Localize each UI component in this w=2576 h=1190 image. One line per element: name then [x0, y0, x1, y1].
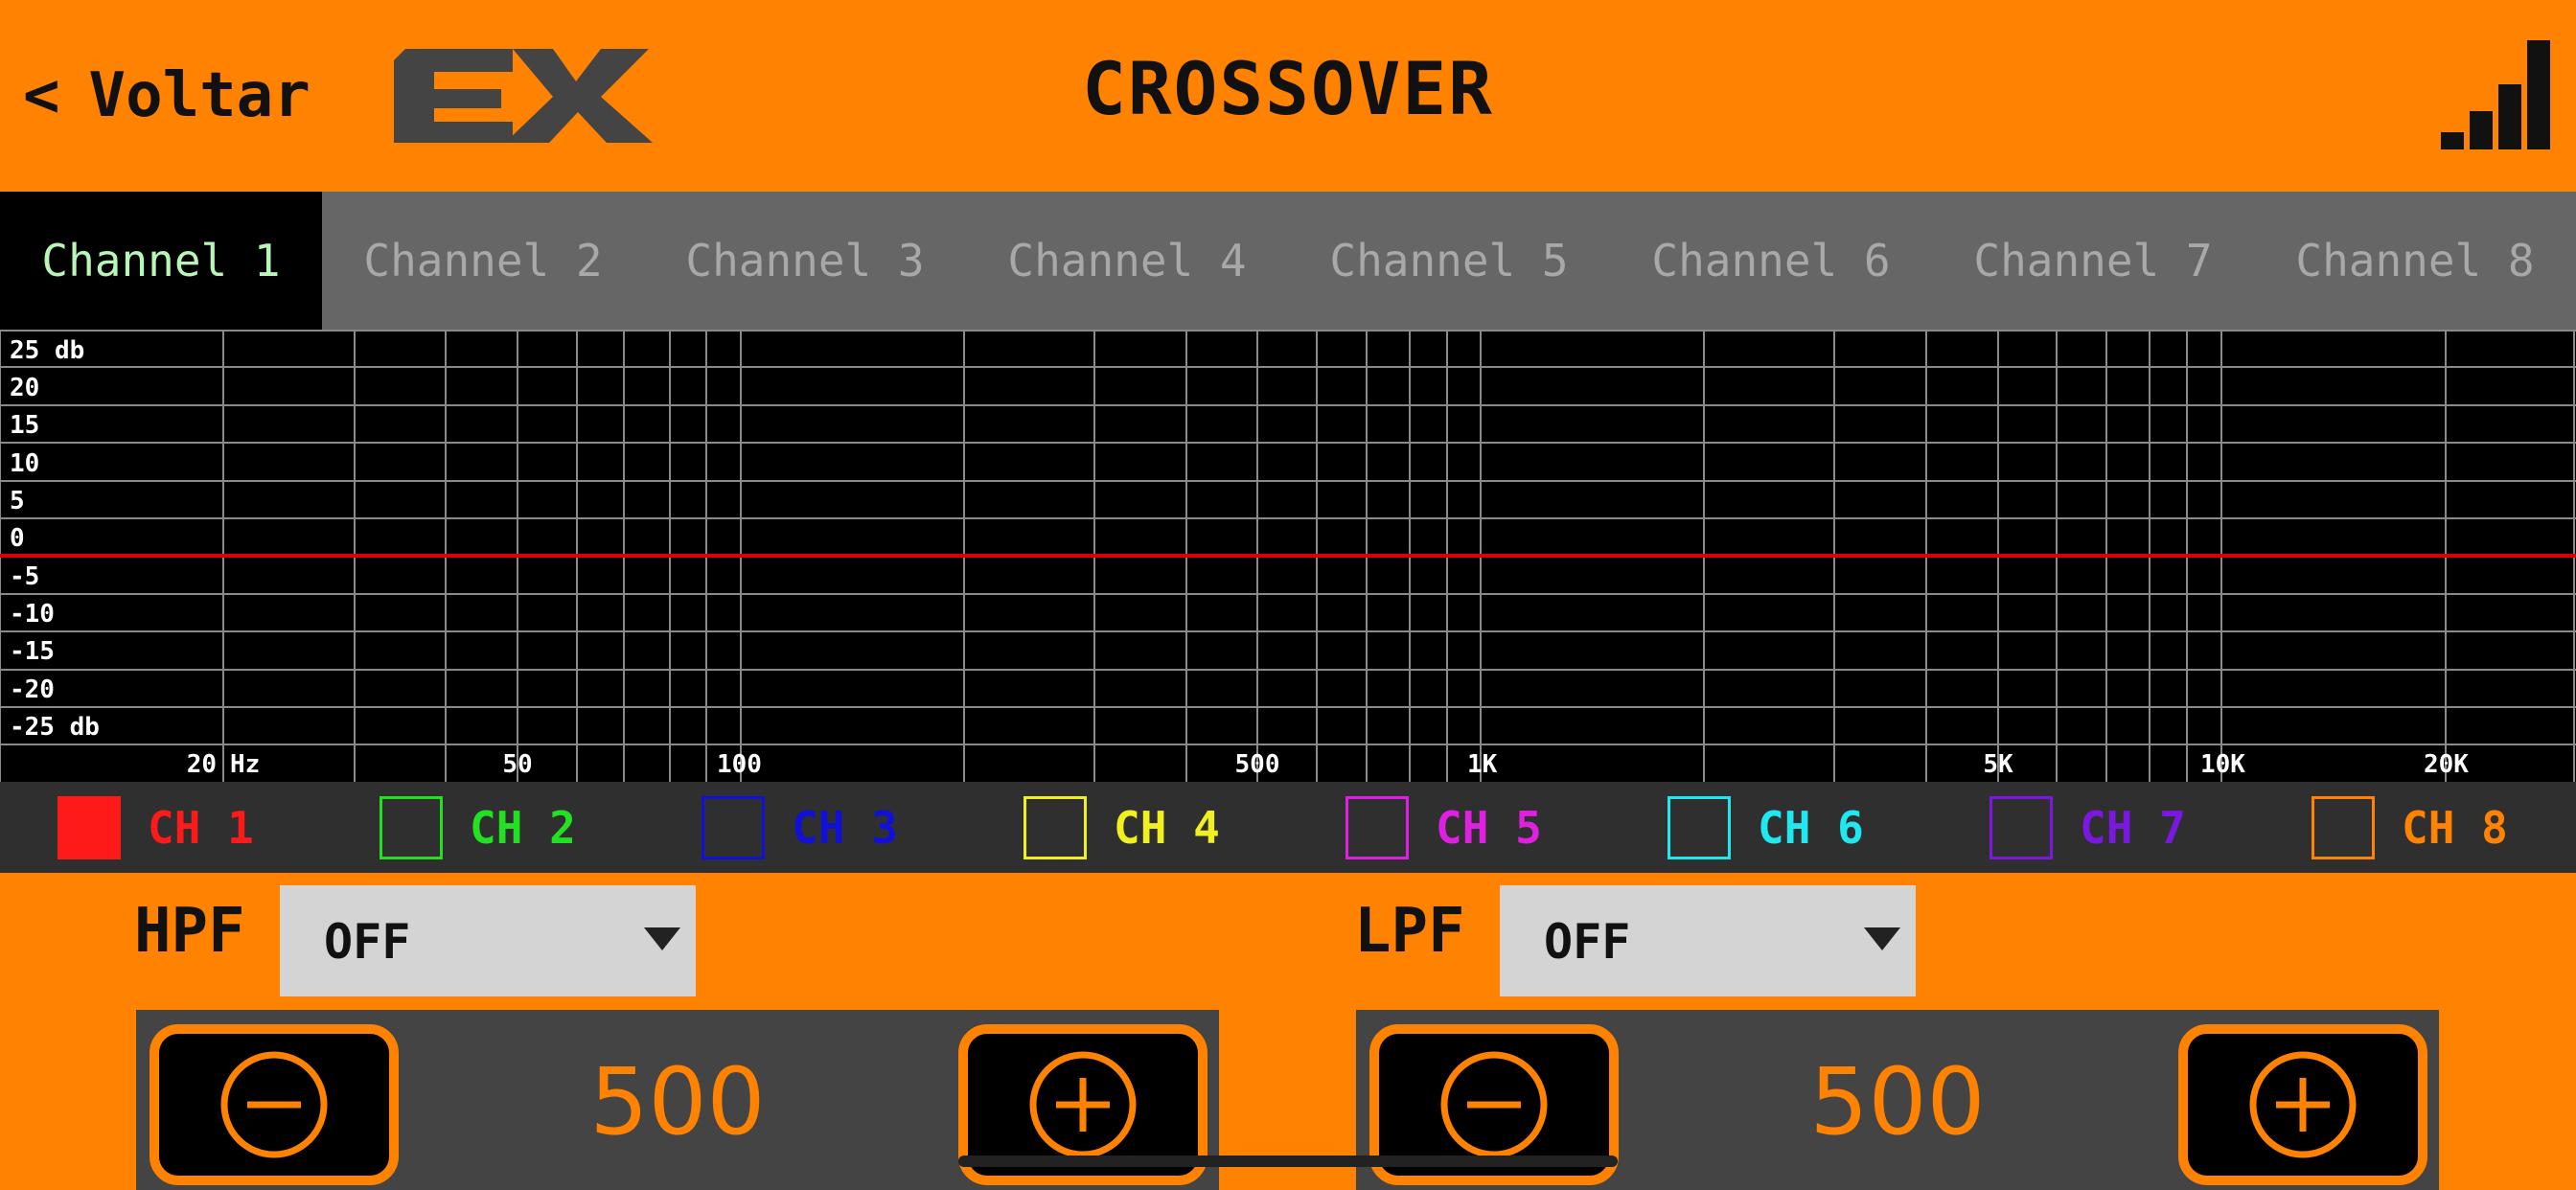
hpf-label: HPF	[134, 896, 245, 967]
signal-bars-icon	[2439, 38, 2554, 157]
legend-label: CH 5	[1436, 801, 1542, 854]
legend-checkbox[interactable]	[1990, 795, 2053, 859]
freq-label: 500	[1235, 750, 1280, 779]
legend-checkbox[interactable]	[1024, 795, 1087, 859]
legend-checkbox[interactable]	[1346, 795, 1409, 859]
legend-ch4[interactable]: CH 4	[966, 782, 1288, 873]
legend-ch1[interactable]: CH 1	[0, 782, 322, 873]
db-label: 10	[10, 449, 39, 478]
legend-ch5[interactable]: CH 5	[1288, 782, 1610, 873]
db-label: -5	[10, 562, 39, 591]
db-label: -20	[10, 675, 55, 704]
tab-channel-6[interactable]: Channel 6	[1610, 192, 1932, 330]
freq-label: 5K	[1983, 750, 2013, 779]
tab-channel-8[interactable]: Channel 8	[2254, 192, 2576, 330]
legend-label: CH 4	[1114, 801, 1220, 854]
tab-channel-2[interactable]: Channel 2	[322, 192, 644, 330]
caret-down-icon	[644, 927, 680, 950]
db-label: 25 db	[10, 336, 84, 365]
legend-checkbox[interactable]	[58, 795, 121, 859]
freq-axis-labels: 20 Hz 50 100 500 1K 5K 10K 20K	[187, 750, 2470, 779]
legend-checkbox[interactable]	[2312, 795, 2375, 859]
db-axis-labels: 25 db 20 15 10 5 0 -5 -10 -15 -20 -25 db	[10, 336, 100, 742]
freq-label: Hz	[230, 750, 260, 779]
tab-channel-3[interactable]: Channel 3	[644, 192, 966, 330]
legend-ch3[interactable]: CH 3	[644, 782, 966, 873]
header: < Voltar CROSSOVER	[0, 0, 2576, 192]
legend-label: CH 6	[1758, 801, 1864, 854]
hpf-select[interactable]: OFF	[280, 885, 696, 996]
lpf-select-value: OFF	[1544, 914, 1631, 970]
db-label: 20	[10, 374, 39, 402]
legend-label: CH 7	[2080, 801, 2186, 854]
lpf-select[interactable]: OFF	[1500, 885, 1916, 996]
legend-label: CH 2	[470, 801, 576, 854]
freq-label: 100	[717, 750, 762, 779]
db-label: 15	[10, 411, 39, 440]
legend-ch2[interactable]: CH 2	[322, 782, 644, 873]
tab-channel-1[interactable]: Channel 1	[0, 192, 322, 330]
freq-label: 10K	[2200, 750, 2245, 779]
legend-ch6[interactable]: CH 6	[1610, 782, 1932, 873]
db-label: -25 db	[10, 713, 100, 742]
tab-channel-5[interactable]: Channel 5	[1288, 192, 1610, 330]
page-title: CROSSOVER	[1082, 46, 1494, 131]
db-label: -15	[10, 637, 55, 666]
home-indicator[interactable]	[958, 1156, 1618, 1167]
lpf-label: LPF	[1354, 896, 1465, 967]
grid-horizontal-lines	[0, 330, 2576, 745]
legend-checkbox[interactable]	[702, 795, 765, 859]
legend-ch7[interactable]: CH 7	[1932, 782, 2254, 873]
channel-legend: CH 1 CH 2 CH 3 CH 4 CH 5 CH 6 CH 7 CH 8	[0, 782, 2576, 873]
freq-label: 20K	[2424, 750, 2469, 779]
freq-label: 50	[502, 750, 532, 779]
lpf-increase-button[interactable]	[2178, 1024, 2427, 1185]
tab-channel-4[interactable]: Channel 4	[966, 192, 1288, 330]
legend-checkbox[interactable]	[1668, 795, 1731, 859]
frequency-response-graph: 25 db 20 15 10 5 0 -5 -10 -15 -20 -25 db…	[0, 330, 2576, 782]
hpf-select-value: OFF	[324, 914, 411, 970]
legend-label: CH 1	[148, 801, 254, 854]
db-label: 0	[10, 524, 25, 553]
freq-label: 20	[187, 750, 217, 779]
plus-circle-icon	[2249, 1051, 2357, 1158]
db-label: 5	[10, 487, 25, 515]
freq-label: 1K	[1467, 750, 1498, 779]
legend-label: CH 8	[2402, 801, 2508, 854]
db-label: -10	[10, 600, 55, 629]
plus-circle-icon	[1029, 1051, 1137, 1158]
channel-tabs: Channel 1 Channel 2 Channel 3 Channel 4 …	[0, 192, 2576, 330]
tab-channel-7[interactable]: Channel 7	[1932, 192, 2254, 330]
legend-ch8[interactable]: CH 8	[2254, 782, 2576, 873]
caret-down-icon	[1864, 927, 1900, 950]
legend-label: CH 3	[792, 801, 898, 854]
legend-checkbox[interactable]	[380, 795, 443, 859]
